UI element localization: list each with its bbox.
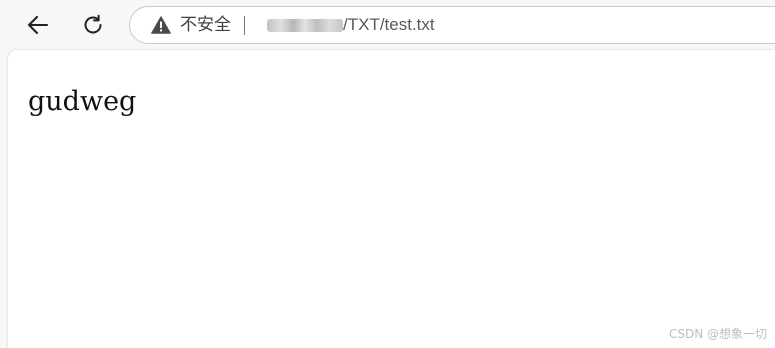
blurred-host [267, 19, 343, 32]
warning-triangle-icon[interactable] [151, 16, 171, 34]
reload-icon [84, 14, 102, 34]
file-text-content: gudweg [28, 86, 137, 117]
arrow-left-icon [27, 15, 49, 35]
page-content: gudweg CSDN @想象一切 [8, 50, 775, 348]
address-bar[interactable]: 不安全 /TXT/test.txt [129, 6, 775, 44]
address-separator [244, 16, 245, 35]
browser-toolbar: 不安全 /TXT/test.txt [0, 0, 775, 50]
back-button[interactable] [21, 8, 55, 42]
reload-button[interactable] [76, 8, 110, 42]
url-text[interactable]: /TXT/test.txt [343, 15, 435, 35]
watermark: CSDN @想象一切 [668, 327, 767, 341]
security-status-label[interactable]: 不安全 [180, 15, 231, 35]
